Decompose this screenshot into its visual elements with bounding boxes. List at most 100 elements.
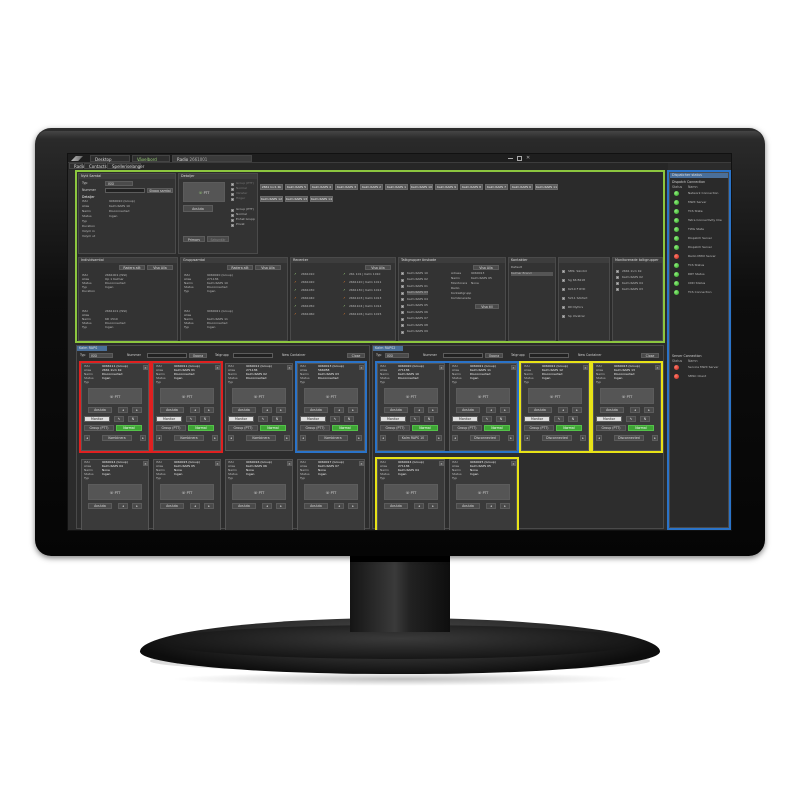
subtab-radio[interactable]: Radio (69, 163, 85, 169)
recent-call-detail[interactable]: 261 101 | Kalm 1010 (349, 272, 380, 277)
recent-call[interactable]: 2661050 (301, 304, 314, 309)
recent-call[interactable]: 2661010 (301, 272, 314, 277)
monitored-check[interactable] (616, 270, 619, 273)
sms-check[interactable] (562, 297, 565, 300)
talkgroup-button[interactable]: Kalm RAPS 13 (285, 196, 308, 202)
maximize-icon[interactable] (517, 156, 522, 161)
card-kombinera-button[interactable]: Kombinera (246, 435, 276, 441)
recent-call-detail[interactable]: 2661104 | Kalm 1014 (349, 304, 381, 309)
talkgroup-button[interactable]: Kalm RAPS 9 (435, 184, 458, 190)
monitored-check[interactable] (616, 288, 619, 291)
container-nummer-input[interactable] (147, 353, 187, 358)
card-ptt-button[interactable]: ☏ PTT (232, 484, 286, 500)
card-close-icon[interactable]: × (359, 461, 364, 466)
close-icon[interactable]: ✕ (526, 155, 530, 161)
card-vol-button[interactable]: ▸ (276, 503, 286, 509)
container-talgrupp-select[interactable] (529, 353, 569, 358)
talkgroup-item[interactable]: Kalm RAPS 06 (407, 310, 428, 315)
talkgroup-item[interactable]: Kalm RAPS 03 (407, 290, 428, 295)
card-vol-button[interactable]: ▸ (276, 407, 286, 413)
sms-item[interactable]: SMS: Sändid (568, 269, 587, 274)
card-vol-button[interactable]: ▸ (132, 503, 142, 509)
card-vol-button[interactable]: ▸ (204, 503, 214, 509)
sms-check[interactable] (562, 315, 565, 318)
sms-item[interactable]: RD Nyfors (568, 305, 583, 310)
talkgroup-item[interactable]: Kalm RAPS 04 (407, 297, 428, 302)
minimize-icon[interactable] (508, 158, 513, 159)
subtab-spelleriselanger[interactable]: Spelleriselanger (107, 163, 144, 169)
talkgroup-check[interactable] (401, 291, 404, 295)
typ-select[interactable]: ISSI (105, 181, 133, 186)
sms-item[interactable]: 5211 Sökfart (568, 296, 587, 301)
container-nummer-input[interactable] (443, 353, 483, 358)
card-vol-button[interactable]: ◂ (334, 503, 344, 509)
card-avsluta-button[interactable]: Avsluta (304, 503, 328, 509)
contact-item[interactable]: Kalmar Brand (511, 271, 553, 276)
card-avsluta-button[interactable]: Avsluta (160, 503, 184, 509)
talkgroup-button[interactable]: Kalm RAPS 12 (260, 196, 283, 202)
card-n-button[interactable]: N (272, 416, 282, 422)
container-close-button[interactable]: Close (641, 353, 659, 358)
monitored-check[interactable] (616, 282, 619, 285)
recent-call-detail[interactable]: 2661120 | Kalm 1011 (349, 280, 381, 285)
talkgroup-check[interactable] (401, 330, 404, 334)
talkgroup-item[interactable]: Kalm RAPS 02 (407, 277, 428, 282)
talkgroup-check[interactable] (401, 317, 404, 321)
recent-call[interactable]: 2661020 (301, 280, 314, 285)
sms-item[interactable]: 6210 F RYD (568, 287, 585, 292)
card-close-icon[interactable]: × (287, 461, 292, 466)
group-clear-button[interactable]: Radera allt (227, 265, 253, 270)
card-normal-button[interactable]: Normal (260, 425, 286, 431)
sms-check[interactable] (562, 270, 565, 273)
recent-call-detail[interactable]: 2661103 | Kalm 1013 (349, 296, 381, 301)
tab-vaxelbord[interactable]: Växelbord (132, 155, 170, 162)
monitored-item[interactable]: Kalm RAPS 02 (622, 275, 643, 280)
card-vol-button[interactable]: ◂ (190, 503, 200, 509)
recent-show-all-button[interactable]: Visa Alla (365, 265, 391, 270)
container-typ-select[interactable]: ISSI (89, 353, 113, 358)
individual-clear-button[interactable]: Radera allt (119, 265, 145, 270)
secondary-button[interactable]: Sekundär (207, 236, 229, 242)
card-vol-button[interactable]: ◂ (262, 407, 272, 413)
talkgroup-button[interactable]: Kalm RAPS 14 (310, 196, 333, 202)
monitored-item[interactable]: 2661 Inc1 Kk (622, 269, 642, 274)
talkgroup-check[interactable] (401, 324, 404, 327)
option-radio[interactable] (231, 208, 234, 212)
recent-call[interactable]: 2661060 (301, 312, 314, 317)
option-radio[interactable] (231, 187, 234, 191)
card-vol-button[interactable]: ◂ (262, 503, 272, 509)
contact-item[interactable]: Default (511, 265, 553, 270)
talkgroup-button[interactable]: Kalm RAPS 10 (410, 184, 433, 190)
card-pin-icon[interactable]: ✎ (258, 416, 268, 422)
card-right-arrow[interactable]: ▸ (284, 435, 290, 441)
sms-check[interactable] (562, 306, 565, 309)
talkgroup-button[interactable]: Kalm RAPS 8 (460, 184, 483, 190)
sms-item[interactable]: Sg 66 Bil18 (568, 278, 585, 283)
monitored-item[interactable]: Kalm RAPS 03 (622, 287, 643, 292)
card-ptt-button[interactable]: ☏ PTT (88, 484, 142, 500)
card-close-icon[interactable]: × (215, 461, 220, 466)
card-ptt-button[interactable]: ☏ PTT (304, 484, 358, 500)
option-radio[interactable] (231, 182, 234, 186)
talkgroup-item[interactable]: Kalm RAPS 05 (407, 303, 428, 308)
talkgroup-item[interactable]: Kalm RAPS 10 (407, 271, 428, 276)
recent-call[interactable]: 2661040 (301, 296, 314, 301)
group-show-all-button[interactable]: Visa Alla (255, 265, 281, 270)
create-call-button[interactable]: Skapa samtal (147, 188, 173, 193)
talkgroup-check[interactable] (401, 278, 404, 282)
talkgroups-visa-till-button[interactable]: Visa till (475, 304, 499, 309)
sms-check[interactable] (562, 279, 565, 282)
card-monitor-button[interactable]: Monitor (228, 416, 254, 422)
talkgroup-button[interactable]: Kalm RAPS 2 (360, 184, 383, 190)
monitored-check[interactable] (616, 276, 619, 279)
talkgroups-show-all-button[interactable]: Visa Alla (473, 265, 499, 270)
talkgroup-check[interactable] (401, 272, 404, 275)
card-ptt-button[interactable]: ☏ PTT (232, 388, 286, 404)
talkgroup-item[interactable]: Kalm RAPS 09 (407, 329, 428, 334)
avsluta-button[interactable]: Avsluta (183, 205, 213, 212)
talkgroup-item[interactable]: Kalm RAPS 01 (407, 284, 428, 289)
talkgroup-button[interactable]: 2661 Inc1 Kk (260, 184, 283, 190)
recent-call[interactable]: 2661030 (301, 288, 314, 293)
sms-check[interactable] (562, 288, 565, 291)
talkgroup-button[interactable]: Kalm RAPS 1 (385, 184, 408, 190)
